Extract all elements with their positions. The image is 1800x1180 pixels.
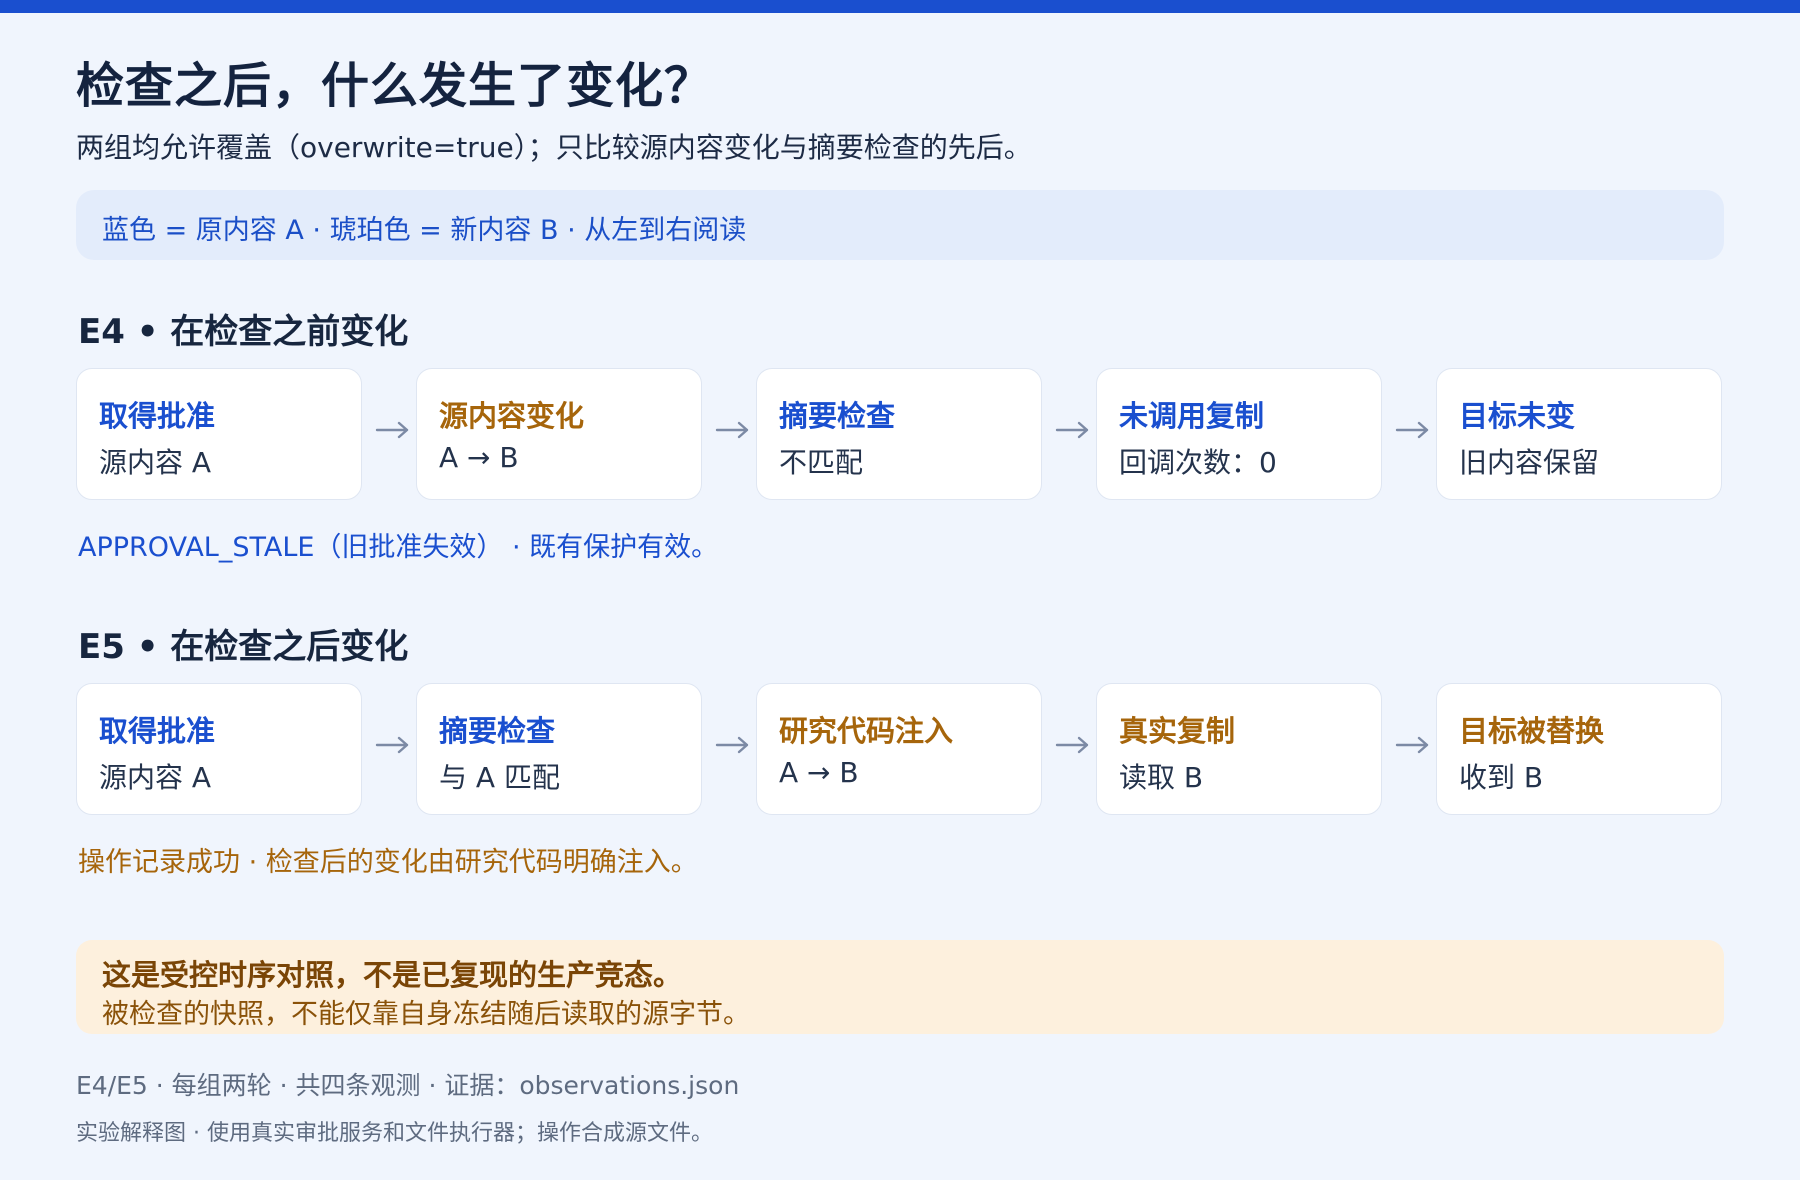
footer-evidence: E4/E5 · 每组两轮 · 共四条观测 · 证据：observations.j… <box>76 1071 740 1100</box>
note-e5: 操作记录成功 · 检查后的变化由研究代码明确注入。 <box>78 847 698 878</box>
page-title: 检查之后，什么发生了变化？ <box>76 58 714 114</box>
step-text: 旧内容保留 <box>1459 446 1600 479</box>
warning-callout: 这是受控时序对照，不是已复现的生产竞态。 被检查的快照，不能仅靠自身冻结随后读取… <box>76 940 1724 1034</box>
warning-text: 被检查的快照，不能仅靠自身冻结随后读取的源字节。 <box>102 999 750 1030</box>
step-title: 未调用复制 <box>1119 399 1265 433</box>
warning-title: 这是受控时序对照，不是已复现的生产竞态。 <box>102 958 683 992</box>
step-card: 目标被替换 收到 B <box>1436 683 1722 815</box>
step-title: 目标未变 <box>1459 399 1576 433</box>
step-title: 摘要检查 <box>439 714 556 748</box>
flow-row-e5: 取得批准 源内容 A 摘要检查 与 A 匹配 研究代码注入 A → B 真实复制… <box>76 683 1724 817</box>
flow-row-e4: 取得批准 源内容 A 源内容变化 A → B 摘要检查 不匹配 未调用复制 回调… <box>76 368 1724 502</box>
step-title: 取得批准 <box>99 399 216 433</box>
step-title: 摘要检查 <box>779 399 896 433</box>
arrow-right-icon <box>1055 736 1089 754</box>
step-text: A → B <box>439 441 519 474</box>
arrow-right-icon <box>375 421 409 439</box>
step-card: 研究代码注入 A → B <box>756 683 1042 815</box>
arrow-right-icon <box>715 421 749 439</box>
arrow-right-icon <box>375 736 409 754</box>
footer-caption: 实验解释图 · 使用真实审批服务和文件执行器；操作合成源文件。 <box>76 1121 713 1146</box>
note-e4: APPROVAL_STALE（旧批准失效） · 既有保护有效。 <box>78 532 719 563</box>
arrow-right-icon <box>1055 421 1089 439</box>
step-text: 源内容 A <box>99 761 212 794</box>
step-title: 取得批准 <box>99 714 216 748</box>
arrow-right-icon <box>1395 421 1429 439</box>
arrow-right-icon <box>715 736 749 754</box>
arrow-right-icon <box>1395 736 1429 754</box>
step-text: 收到 B <box>1459 761 1544 794</box>
step-text: 不匹配 <box>779 446 864 479</box>
legend-text: 蓝色 = 原内容 A · 琥珀色 = 新内容 B · 从左到右阅读 <box>102 215 747 246</box>
step-card: 摘要检查 不匹配 <box>756 368 1042 500</box>
page-subtitle: 两组均允许覆盖（overwrite=true）；只比较源内容变化与摘要检查的先后… <box>76 131 1032 164</box>
step-card: 取得批准 源内容 A <box>76 683 362 815</box>
step-card: 取得批准 源内容 A <box>76 368 362 500</box>
step-text: A → B <box>779 756 859 789</box>
step-card: 未调用复制 回调次数：0 <box>1096 368 1382 500</box>
section-title-e4: E4 • 在检查之前变化 <box>78 312 409 352</box>
step-text: 回调次数：0 <box>1119 446 1277 479</box>
top-accent-bar <box>0 0 1800 13</box>
step-card: 源内容变化 A → B <box>416 368 702 500</box>
step-card: 真实复制 读取 B <box>1096 683 1382 815</box>
step-title: 目标被替换 <box>1459 714 1605 748</box>
legend-box: 蓝色 = 原内容 A · 琥珀色 = 新内容 B · 从左到右阅读 <box>76 190 1724 260</box>
section-title-e5: E5 • 在检查之后变化 <box>78 627 409 667</box>
step-title: 源内容变化 <box>439 399 585 433</box>
step-text: 源内容 A <box>99 446 212 479</box>
step-text: 读取 B <box>1119 761 1204 794</box>
step-text: 与 A 匹配 <box>439 761 560 794</box>
step-title: 研究代码注入 <box>779 714 954 748</box>
step-card: 摘要检查 与 A 匹配 <box>416 683 702 815</box>
step-card: 目标未变 旧内容保留 <box>1436 368 1722 500</box>
step-title: 真实复制 <box>1119 714 1236 748</box>
